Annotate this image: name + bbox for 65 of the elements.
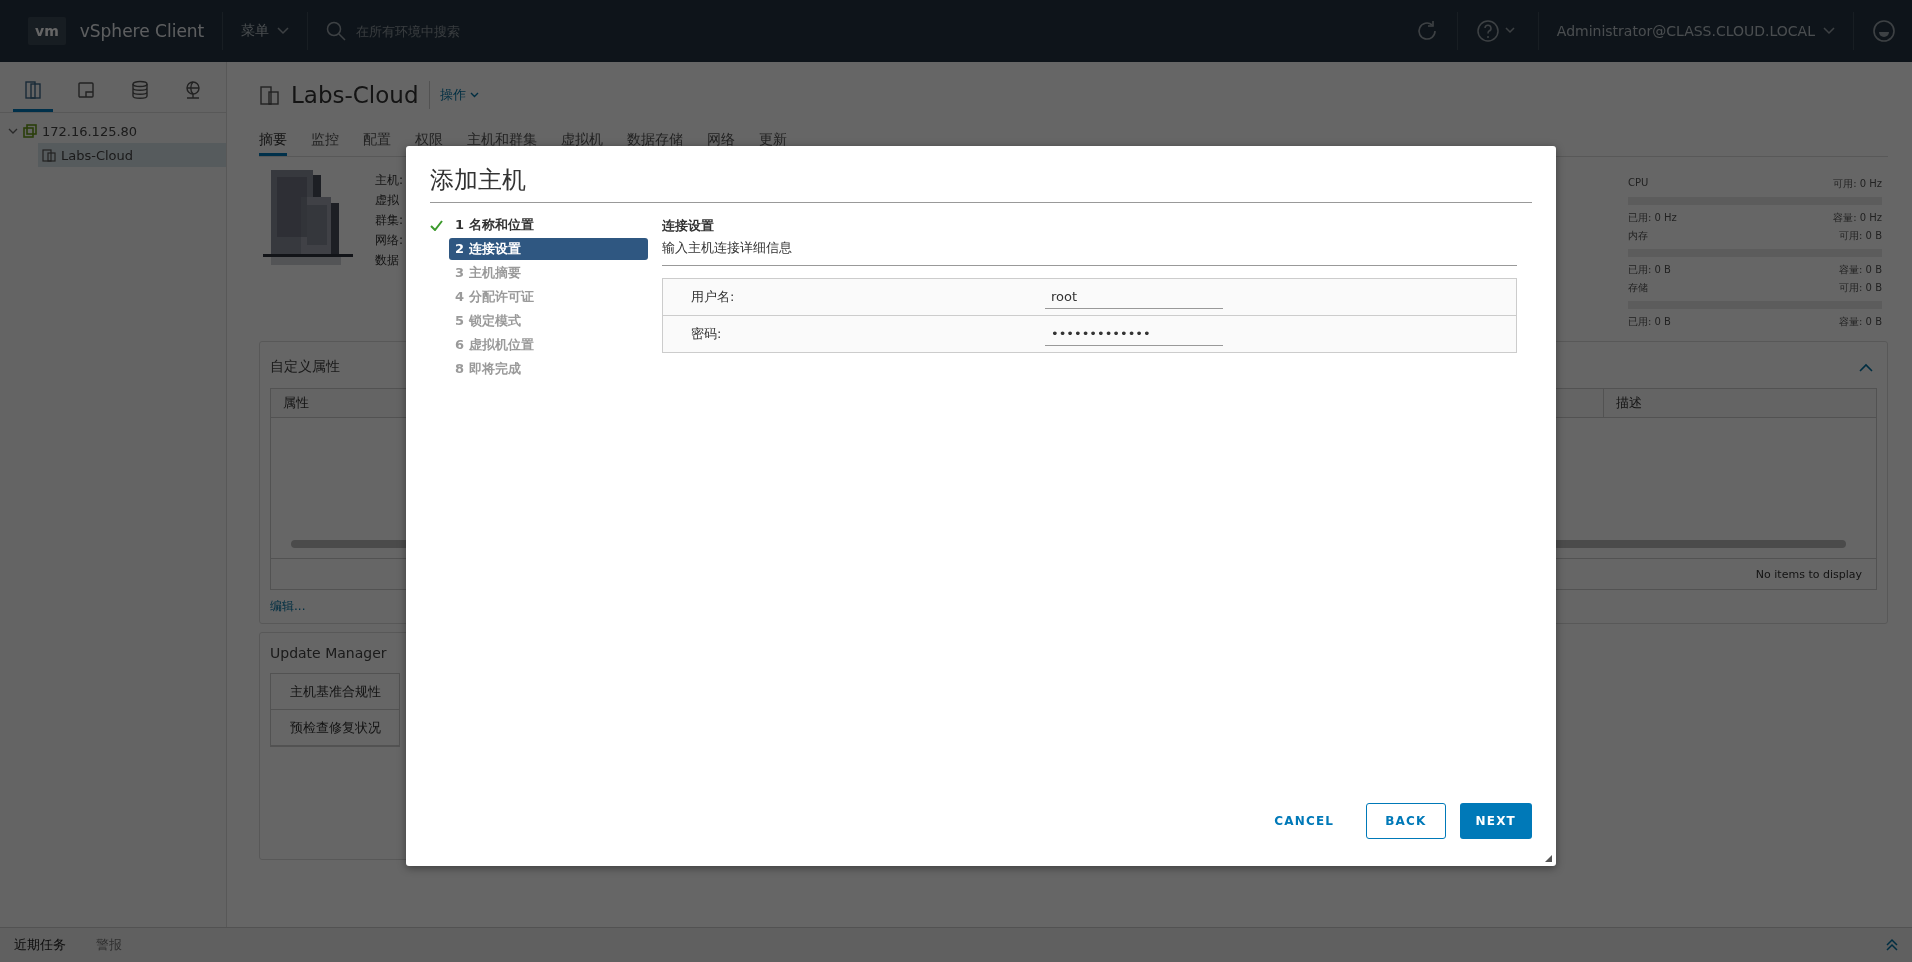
database-icon: [129, 80, 150, 100]
field-label: 用户名:: [690, 288, 736, 306]
tree-item[interactable]: 172.16.125.80: [0, 119, 226, 143]
section-subtitle: 输入主机连接详细信息: [662, 235, 1517, 266]
next-button[interactable]: NEXT: [1459, 803, 1532, 839]
tab[interactable]: 配置: [363, 126, 391, 156]
tab[interactable]: 数据存储: [627, 126, 683, 156]
summary-label: 网络:: [375, 232, 404, 249]
field-label: 密码:: [690, 325, 723, 343]
resource-free: 可用: 0 Hz: [1833, 177, 1882, 191]
column-header: 描述: [1603, 389, 1876, 417]
resource-used: 已用: 0 Hz: [1628, 211, 1677, 225]
expand-icon[interactable]: [1886, 938, 1898, 952]
collapse-icon[interactable]: [1859, 362, 1873, 372]
panel-title: 自定义属性: [270, 358, 340, 376]
dialog-title: 添加主机: [430, 164, 1532, 203]
tab[interactable]: 摘要: [259, 126, 287, 156]
building-icon: [42, 148, 56, 162]
panel-title: Update Manager: [270, 645, 387, 661]
window-icon: [76, 80, 97, 100]
hosts-icon: [22, 80, 43, 100]
input-field[interactable]: root: [1045, 285, 1223, 309]
column-header: 属性: [282, 394, 310, 412]
chevron-icon: [469, 92, 479, 98]
compliance-tab[interactable]: 主机基准合规性: [271, 674, 399, 710]
summary-label: 群集:: [375, 212, 404, 229]
resource-name: CPU: [1628, 177, 1649, 190]
search-icon: [326, 21, 347, 41]
resource-name: 内存: [1628, 229, 1648, 243]
cancel-button[interactable]: CANCEL: [1256, 803, 1353, 839]
logo: vm: [28, 17, 66, 45]
tab[interactable]: 虚拟机: [561, 126, 603, 156]
tree-item[interactable]: Labs-Cloud: [38, 143, 226, 167]
feedback-icon[interactable]: [1872, 19, 1896, 43]
chevron-icon: [1823, 27, 1835, 35]
tab[interactable]: 监控: [311, 126, 339, 156]
compliance-tab[interactable]: 预检查修复状况: [271, 710, 399, 746]
summary-label: 主机:: [375, 172, 404, 189]
product-name: vSphere Client: [79, 21, 205, 41]
resource-used: 已用: 0 B: [1628, 263, 1671, 277]
chevron-icon: [8, 126, 18, 136]
input-field[interactable]: •••••••••••••: [1045, 322, 1223, 346]
chevron-icon: [277, 27, 290, 35]
summary-label: 数据: [375, 252, 400, 269]
resource-free: 可用: 0 B: [1839, 229, 1882, 243]
tab[interactable]: 主机和群集: [467, 126, 537, 156]
building-icon: [259, 84, 281, 106]
section-title: 连接设置: [662, 217, 715, 235]
edit-link[interactable]: 编辑...: [270, 598, 306, 615]
wizard-step[interactable]: 1 名称和位置: [449, 214, 648, 236]
object-title: Labs-Cloud: [291, 82, 419, 108]
resource-free: 可用: 0 B: [1839, 281, 1882, 295]
back-button[interactable]: BACK: [1366, 803, 1446, 839]
empty-message: No items to display: [1755, 567, 1862, 581]
tab[interactable]: 更新: [759, 126, 787, 156]
resize-handle[interactable]: [1545, 855, 1552, 862]
actions-menu[interactable]: 操作: [439, 86, 479, 104]
summary-label: 虚拟: [375, 192, 400, 209]
server-icon: [23, 124, 37, 138]
wizard-step[interactable]: 2 连接设置: [449, 238, 648, 260]
tab[interactable]: 网络: [707, 126, 735, 156]
tab[interactable]: 权限: [415, 126, 443, 156]
resource-used: 已用: 0 B: [1628, 315, 1671, 329]
resource-name: 存储: [1628, 281, 1648, 295]
bottom-tab[interactable]: 近期任务: [14, 936, 66, 954]
